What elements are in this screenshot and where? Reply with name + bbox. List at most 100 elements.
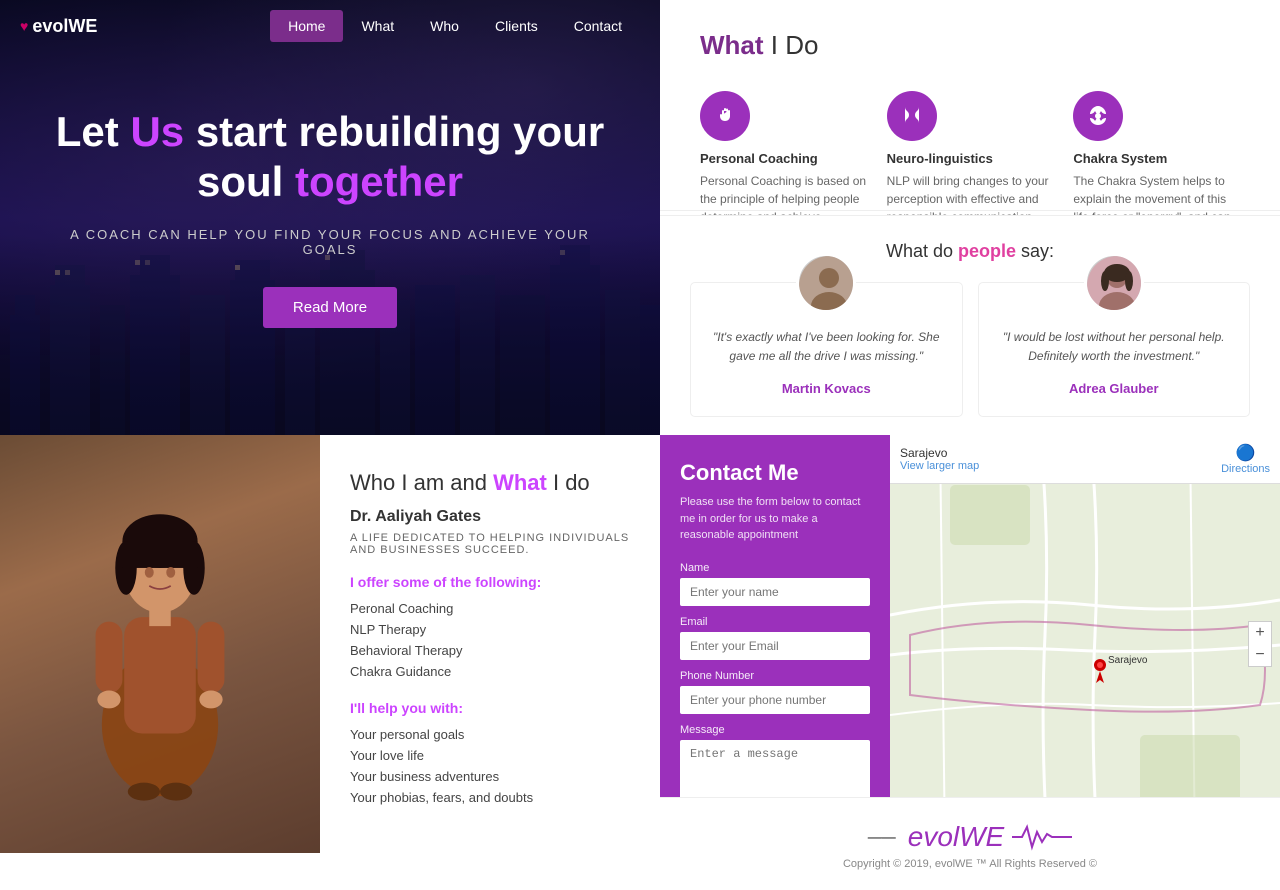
map-zoom-out-button[interactable]: − bbox=[1249, 644, 1271, 666]
message-label: Message bbox=[680, 724, 870, 736]
who-tagline: A LIFE DEDICATED TO HELPING INDIVIDUALS … bbox=[350, 532, 630, 556]
map-area: Sarajevo Sarajevo View larger map 🔵 Dire… bbox=[890, 435, 1280, 853]
email-label: Email bbox=[680, 616, 870, 628]
map-svg: Sarajevo bbox=[890, 435, 1280, 853]
map-view-larger[interactable]: View larger map bbox=[900, 460, 979, 472]
hand-icon bbox=[713, 104, 737, 128]
footer-logo-text: evolWE bbox=[908, 821, 1004, 853]
list-item: Peronal Coaching bbox=[350, 598, 630, 619]
page-wrapper: ♥ evolWE Home What Who Clients Contact bbox=[0, 0, 1280, 853]
email-input[interactable] bbox=[680, 632, 870, 660]
photo-placeholder bbox=[0, 435, 320, 853]
map-location: Sarajevo View larger map bbox=[900, 446, 979, 472]
who-help-list: Your personal goals Your love life Your … bbox=[350, 724, 630, 808]
footer-logo: —— evolWE bbox=[690, 818, 1250, 853]
testimonial-2-text: "I would be lost without her personal he… bbox=[994, 328, 1235, 366]
contact-form-area: Contact Me Please use the form below to … bbox=[660, 435, 890, 853]
person-photo-icon bbox=[60, 474, 260, 814]
nav-home[interactable]: Home bbox=[270, 10, 343, 42]
contact-section: Contact Me Please use the form below to … bbox=[660, 435, 1280, 853]
neuro-linguistics-icon bbox=[887, 91, 937, 141]
who-photo bbox=[0, 435, 320, 853]
who-name: Dr. Aaliyah Gates bbox=[350, 508, 630, 526]
who-title: Who I am and What I do bbox=[350, 470, 630, 496]
chakra-system-icon bbox=[1073, 91, 1123, 141]
who-offer-title: I offer some of the following: bbox=[350, 574, 630, 590]
list-item: Your personal goals bbox=[350, 724, 630, 745]
hero-title-together: together bbox=[295, 158, 463, 205]
who-title-what: What bbox=[493, 470, 547, 495]
chakra-system-title: Chakra System bbox=[1073, 151, 1240, 166]
footer-logo-line: —— evolWE bbox=[868, 821, 1072, 853]
heartbeat-icon bbox=[1012, 822, 1072, 852]
testimonial-2-name: Adrea Glauber bbox=[994, 381, 1235, 396]
personal-coaching-title: Personal Coaching bbox=[700, 151, 867, 166]
who-offer-list: Peronal Coaching NLP Therapy Behavioral … bbox=[350, 598, 630, 682]
svg-text:Sarajevo: Sarajevo bbox=[1108, 655, 1148, 666]
nav-clients[interactable]: Clients bbox=[477, 10, 556, 42]
hero-title-us: Us bbox=[130, 108, 184, 155]
read-more-button[interactable]: Read More bbox=[263, 287, 397, 328]
what-title-bold: What bbox=[700, 30, 764, 60]
list-item: Your love life bbox=[350, 745, 630, 766]
form-name-group: Name bbox=[680, 562, 870, 606]
dna-icon bbox=[900, 104, 924, 128]
hero-subtitle: A COACH CAN HELP YOU FIND YOUR FOCUS AND… bbox=[40, 227, 620, 257]
list-item: NLP Therapy bbox=[350, 619, 630, 640]
directions-icon: 🔵 bbox=[1221, 443, 1270, 463]
hero-content: Let Us start rebuilding your soul togeth… bbox=[0, 107, 660, 329]
testimonial-1: "It's exactly what I've been looking for… bbox=[690, 282, 963, 417]
footer-copyright: Copyright © 2019, evolWE ™ All Rights Re… bbox=[690, 858, 1250, 870]
form-phone-group: Phone Number bbox=[680, 670, 870, 714]
phone-input[interactable] bbox=[680, 686, 870, 714]
who-title-iam: I am and bbox=[395, 470, 493, 495]
testimonials-title-end: say: bbox=[1016, 241, 1054, 261]
testimonials-grid: "It's exactly what I've been looking for… bbox=[690, 282, 1250, 417]
testimonial-1-avatar bbox=[796, 253, 856, 313]
name-input[interactable] bbox=[680, 578, 870, 606]
who-title-who: Who bbox=[350, 470, 395, 495]
who-section: Who I am and What I do Dr. Aaliyah Gates… bbox=[0, 435, 660, 853]
form-email-group: Email bbox=[680, 616, 870, 660]
nav-who[interactable]: Who bbox=[412, 10, 477, 42]
neuro-linguistics-title: Neuro-linguistics bbox=[887, 151, 1054, 166]
form-message-group: Message bbox=[680, 724, 870, 805]
map-directions[interactable]: 🔵 Directions bbox=[1221, 443, 1270, 475]
testimonial-1-name: Martin Kovacs bbox=[706, 381, 947, 396]
list-item: Your phobias, fears, and doubts bbox=[350, 787, 630, 808]
personal-coaching-icon bbox=[700, 91, 750, 141]
map-zoom-controls: + − bbox=[1248, 621, 1272, 667]
testimonials-section: What do people say: "It's exactly what I… bbox=[660, 215, 1280, 442]
divider bbox=[660, 210, 1280, 211]
what-i-do-title: What I Do bbox=[700, 30, 1240, 61]
avatar-female-icon bbox=[1087, 256, 1144, 313]
hero-section: Let Us start rebuilding your soul togeth… bbox=[0, 0, 660, 435]
testimonial-2: "I would be lost without her personal he… bbox=[978, 282, 1251, 417]
nav-contact[interactable]: Contact bbox=[556, 10, 640, 42]
testimonial-1-text: "It's exactly what I've been looking for… bbox=[706, 328, 947, 366]
message-textarea[interactable] bbox=[680, 740, 870, 800]
testimonials-title: What do people say: bbox=[690, 241, 1250, 262]
testimonial-2-avatar bbox=[1084, 253, 1144, 313]
contact-title: Contact Me bbox=[680, 460, 870, 486]
map-placeholder: Sarajevo Sarajevo View larger map 🔵 Dire… bbox=[890, 435, 1280, 853]
navbar: ♥ evolWE Home What Who Clients Contact bbox=[0, 0, 660, 52]
name-label: Name bbox=[680, 562, 870, 574]
logo-heart-icon: ♥ bbox=[20, 18, 28, 34]
who-title-ido: I do bbox=[547, 470, 590, 495]
who-help-title: I'll help you with: bbox=[350, 700, 630, 716]
logo-text: evolWE bbox=[32, 16, 97, 37]
directions-label: Directions bbox=[1221, 463, 1270, 475]
testimonials-title-highlight: people bbox=[958, 241, 1016, 261]
map-overlay: Sarajevo View larger map 🔵 Directions bbox=[890, 435, 1280, 484]
who-content: Who I am and What I do Dr. Aaliyah Gates… bbox=[320, 435, 660, 853]
nav-what[interactable]: What bbox=[343, 10, 412, 42]
footer: —— evolWE Copyright © 2019, evolWE ™ All… bbox=[660, 797, 1280, 890]
what-title-rest: I Do bbox=[764, 30, 819, 60]
map-zoom-in-button[interactable]: + bbox=[1249, 622, 1271, 644]
list-item: Behavioral Therapy bbox=[350, 640, 630, 661]
hero-title-start: Let bbox=[56, 108, 131, 155]
lotus-icon bbox=[1086, 104, 1110, 128]
map-location-name: Sarajevo bbox=[900, 446, 979, 460]
phone-label: Phone Number bbox=[680, 670, 870, 682]
